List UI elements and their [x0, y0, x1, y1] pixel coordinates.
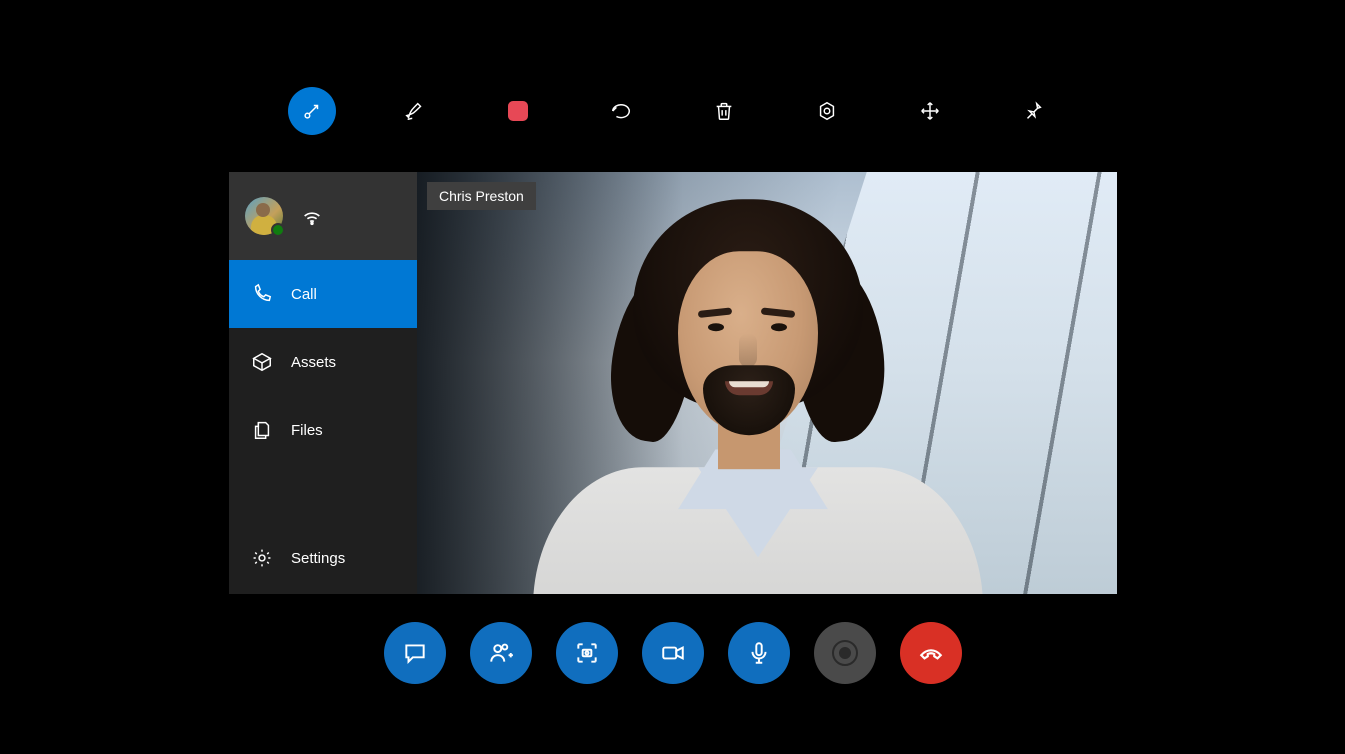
mic-toggle-button[interactable]	[728, 622, 790, 684]
sidebar-nav: Call Assets Files	[229, 260, 417, 594]
sidebar-item-label: Files	[291, 422, 323, 439]
phone-icon	[251, 283, 273, 305]
app-stage: Call Assets Files	[0, 0, 1345, 754]
chat-icon	[402, 640, 428, 666]
sidebar-item-assets[interactable]: Assets	[229, 328, 417, 396]
move-button[interactable]	[906, 87, 954, 135]
video-icon	[660, 640, 686, 666]
presence-available-icon	[271, 223, 285, 237]
sidebar: Call Assets Files	[229, 172, 417, 594]
sidebar-item-call[interactable]: Call	[229, 260, 417, 328]
mic-icon	[746, 640, 772, 666]
video-area: Chris Preston	[417, 172, 1117, 594]
user-avatar[interactable]	[245, 197, 283, 235]
record-square-icon	[508, 101, 528, 121]
sidebar-header	[229, 172, 417, 260]
remote-participant-video	[493, 181, 1013, 594]
hex-settings-icon	[816, 100, 838, 122]
undo-icon	[610, 100, 632, 122]
top-toolbar	[0, 86, 1345, 136]
hangup-button[interactable]	[900, 622, 962, 684]
pen-button[interactable]	[391, 87, 439, 135]
hangup-icon	[918, 640, 944, 666]
sidebar-item-label: Settings	[291, 550, 345, 567]
add-participant-icon	[488, 640, 514, 666]
pen-icon	[404, 100, 426, 122]
pin-icon	[1022, 100, 1044, 122]
call-controls	[0, 622, 1345, 684]
add-participant-button[interactable]	[470, 622, 532, 684]
snapshot-button[interactable]	[556, 622, 618, 684]
chat-button[interactable]	[384, 622, 446, 684]
sidebar-item-files[interactable]: Files	[229, 396, 417, 464]
move-arrows-icon	[919, 100, 941, 122]
sidebar-item-label: Call	[291, 286, 317, 303]
record-toggle-button[interactable]	[494, 87, 542, 135]
sidebar-item-settings[interactable]: Settings	[229, 522, 417, 594]
hex-settings-button[interactable]	[803, 87, 851, 135]
undo-button[interactable]	[597, 87, 645, 135]
box-icon	[251, 351, 273, 373]
video-toggle-button[interactable]	[642, 622, 704, 684]
camera-snapshot-icon	[574, 640, 600, 666]
trash-icon	[713, 100, 735, 122]
gear-icon	[251, 547, 273, 569]
files-icon	[251, 419, 273, 441]
pin-button[interactable]	[1009, 87, 1057, 135]
annotate-icon	[301, 100, 323, 122]
annotate-button[interactable]	[288, 87, 336, 135]
sidebar-item-label: Assets	[291, 354, 336, 371]
delete-button[interactable]	[700, 87, 748, 135]
app-window: Call Assets Files	[229, 172, 1117, 594]
participant-name-tag: Chris Preston	[427, 182, 536, 210]
record-button[interactable]	[814, 622, 876, 684]
record-icon	[832, 640, 858, 666]
wifi-icon	[301, 205, 323, 227]
